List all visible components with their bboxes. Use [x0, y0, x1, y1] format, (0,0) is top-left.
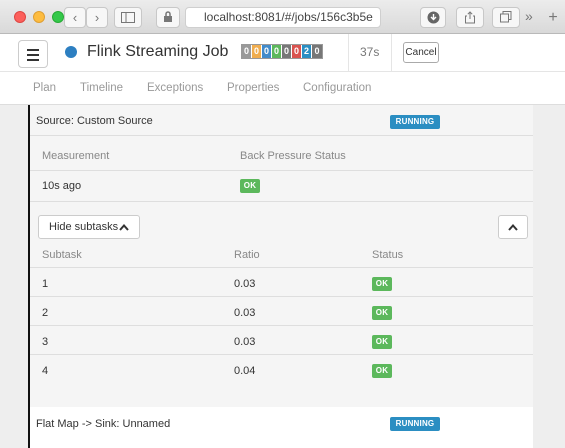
table-row: 1 0.03 OK	[30, 268, 533, 297]
job-tabs: Plan Timeline Exceptions Properties Conf…	[0, 72, 565, 105]
chevron-up-icon	[508, 223, 518, 231]
subtask-ratio: 0.03	[234, 336, 256, 348]
task-count-badges: 00000020	[241, 44, 323, 59]
table-row: 3 0.03 OK	[30, 326, 533, 355]
measurement-value: 10s ago	[42, 180, 82, 192]
status-badge: RUNNING	[390, 417, 440, 431]
task-count-badge: 0	[292, 45, 302, 58]
browser-toolbar: ‹ › localhost:8081/#/jobs/156c3b5e ↻ » +	[0, 0, 565, 34]
collapse-button[interactable]	[498, 215, 528, 239]
chevron-up-icon	[119, 216, 129, 240]
hamburger-icon	[27, 49, 39, 51]
subtask-id: 3	[42, 336, 49, 348]
tab-configuration[interactable]: Configuration	[303, 82, 371, 94]
task-count-badge: 0	[252, 45, 262, 58]
subtask-header-row: Subtask Ratio Status	[30, 245, 533, 268]
subtask-ratio: 0.03	[234, 278, 256, 290]
new-tab-button[interactable]: +	[544, 8, 562, 27]
task-count-badge: 0	[282, 45, 292, 58]
divider	[348, 34, 349, 71]
downloads-button[interactable]	[420, 7, 446, 28]
measurement-header: Measurement	[42, 150, 110, 162]
status-badge: RUNNING	[390, 115, 440, 129]
subtask-id: 4	[42, 365, 49, 377]
measurement-row: 10s ago OK	[30, 171, 533, 202]
tabs-icon	[500, 11, 512, 23]
tabs-overview-button[interactable]	[492, 7, 520, 28]
zoom-window-button[interactable]	[52, 11, 64, 23]
close-window-button[interactable]	[14, 11, 26, 23]
hide-subtasks-button[interactable]: Hide subtasks	[38, 215, 140, 239]
subtask-ratio: 0.03	[234, 307, 256, 319]
job-name: Flink Streaming Job	[87, 43, 229, 60]
more-toolbar-button[interactable]: »	[525, 8, 533, 24]
task-count-badge: 0	[262, 45, 272, 58]
vertex-row[interactable]: Flat Map -> Sink: Unnamed RUNNING	[28, 407, 533, 448]
job-header: Flink Streaming Job 00000020 37s Cancel	[0, 34, 565, 72]
subtask-id: 1	[42, 278, 49, 290]
forward-button[interactable]: ›	[86, 7, 108, 28]
job-status-dot	[65, 46, 77, 58]
tab-properties[interactable]: Properties	[227, 82, 279, 94]
minimize-window-button[interactable]	[33, 11, 45, 23]
tab-exceptions[interactable]: Exceptions	[147, 82, 203, 94]
hamburger-icon-line	[27, 54, 39, 56]
subtask-status-badge: OK	[372, 364, 392, 378]
url-text: localhost:8081/#/jobs/156c3b5e	[204, 10, 373, 24]
lock-icon	[164, 11, 172, 22]
ratio-header: Ratio	[234, 249, 260, 261]
address-bar[interactable]: localhost:8081/#/jobs/156c3b5e ↻	[185, 7, 381, 28]
task-count-badge: 0	[242, 45, 252, 58]
share-button[interactable]	[456, 7, 484, 28]
hide-subtasks-label: Hide subtasks	[49, 221, 119, 233]
table-row: 2 0.03 OK	[30, 297, 533, 326]
table-row: 4 0.04 OK	[30, 355, 533, 384]
hamburger-icon-line	[27, 59, 39, 61]
backpressure-header: Back Pressure Status	[240, 150, 346, 162]
cancel-job-button[interactable]: Cancel	[403, 42, 439, 63]
backpressure-content: Source: Custom Source RUNNING Measuremen…	[0, 105, 565, 448]
source-vertex-panel: Source: Custom Source RUNNING Measuremen…	[28, 105, 533, 407]
sidebar-icon	[121, 12, 135, 23]
vertex-row[interactable]: Source: Custom Source RUNNING	[30, 105, 533, 136]
subtask-id: 2	[42, 307, 49, 319]
subtask-ratio: 0.04	[234, 365, 256, 377]
download-icon	[427, 11, 439, 24]
privacy-button[interactable]	[156, 7, 180, 28]
job-duration: 37s	[360, 45, 380, 59]
subtask-status-badge: OK	[372, 277, 392, 291]
sidebar-toggle-button[interactable]	[114, 7, 142, 28]
backpressure-status-badge: OK	[240, 179, 260, 193]
vertex-name: Flat Map -> Sink: Unnamed	[36, 418, 171, 430]
share-icon	[465, 11, 475, 24]
divider	[391, 34, 392, 71]
task-count-badge: 0	[312, 45, 322, 58]
subtask-status-badge: OK	[372, 335, 392, 349]
vertex-name: Source: Custom Source	[36, 115, 153, 127]
back-button[interactable]: ‹	[64, 7, 86, 28]
measurement-header-row: Measurement Back Pressure Status	[30, 136, 533, 171]
task-count-badge: 0	[272, 45, 282, 58]
subtask-header: Subtask	[42, 249, 82, 261]
subtask-status-badge: OK	[372, 306, 392, 320]
menu-button[interactable]	[18, 40, 48, 68]
status-header: Status	[372, 249, 404, 261]
task-count-badge: 2	[302, 45, 312, 58]
tab-timeline[interactable]: Timeline	[80, 82, 123, 94]
tab-plan[interactable]: Plan	[33, 82, 56, 94]
